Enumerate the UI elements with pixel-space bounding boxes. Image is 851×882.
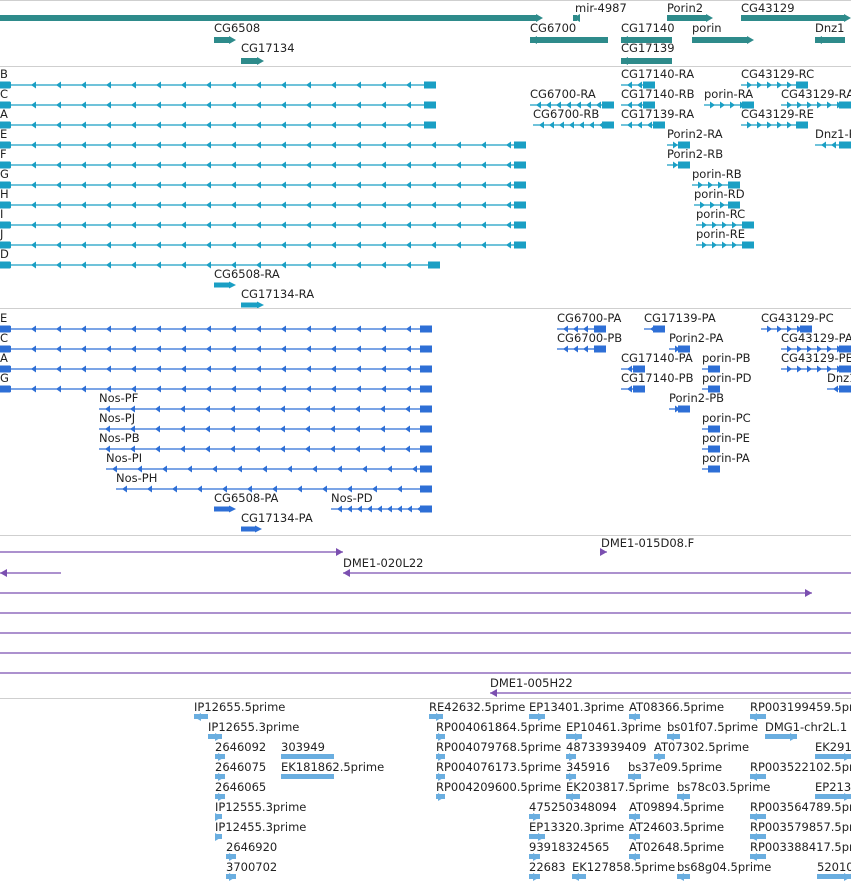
feature-label[interactable]: bs78c03.5prime xyxy=(677,781,770,793)
feature-label[interactable]: EK181862.5prime xyxy=(281,761,384,773)
feature-label[interactable]: 2646092 xyxy=(215,741,266,753)
feature-glyph[interactable] xyxy=(281,774,334,779)
feature-glyph[interactable] xyxy=(215,833,222,841)
feature-label[interactable]: 93918324565 xyxy=(529,841,609,853)
feature-label[interactable]: IP12655.3prime xyxy=(208,721,299,733)
feature-glyph[interactable] xyxy=(226,873,236,881)
genome-browser: mir-4987 Porin2 CG43129 CG6508 CG6700 CG17140… xyxy=(0,0,851,882)
feature-label[interactable]: 2646920 xyxy=(226,841,277,853)
feature-label[interactable]: RP003579857.5prime xyxy=(750,821,851,833)
feature-label[interactable]: 52010 xyxy=(817,861,851,873)
feature-label[interactable]: RP004061864.5prime xyxy=(436,721,561,733)
feature-label[interactable]: RP003199459.5prime xyxy=(750,701,851,713)
feature-glyph[interactable] xyxy=(436,793,445,801)
feature-glyph[interactable] xyxy=(281,754,334,759)
feature-label[interactable]: DMG1-chr2L.1 xyxy=(765,721,847,733)
feature-label[interactable]: RP003388417.5prime xyxy=(750,841,851,853)
feature-label[interactable]: AT09894.5prime xyxy=(629,801,724,813)
feature-label[interactable]: IP12655.5prime xyxy=(194,701,285,713)
feature-label[interactable]: bs68g04.5prime xyxy=(677,861,771,873)
feature-label[interactable]: 22683 xyxy=(529,861,566,873)
feature-label[interactable]: AT02648.5prime xyxy=(629,841,724,853)
feature-label[interactable]: EP13401.3prime xyxy=(529,701,624,713)
feature-glyph[interactable] xyxy=(572,873,586,881)
feature-label[interactable]: 345916 xyxy=(566,761,610,773)
feature-label[interactable]: EP13320.3prime xyxy=(529,821,624,833)
feature-label[interactable]: bs01f07.5prime xyxy=(667,721,758,733)
feature-label[interactable]: EP10461.3prime xyxy=(566,721,661,733)
feature-label[interactable]: RP004076173.5prime xyxy=(436,761,561,773)
feature-glyph[interactable] xyxy=(765,733,797,741)
feature-label[interactable]: AT24603.5prime xyxy=(629,821,724,833)
feature-label[interactable]: RP004079768.5prime xyxy=(436,741,561,753)
feature-label[interactable]: IP12555.3prime xyxy=(215,801,306,813)
feature-label[interactable]: EK291 xyxy=(815,741,851,753)
feature-label[interactable]: RE42632.5prime xyxy=(429,701,525,713)
feature-label[interactable]: RP003564789.5prime xyxy=(750,801,851,813)
feature-label[interactable]: 2646065 xyxy=(215,781,266,793)
feature-label[interactable]: AT07302.5prime xyxy=(654,741,749,753)
feature-glyph[interactable] xyxy=(677,873,690,881)
feature-label[interactable]: AT08366.5prime xyxy=(629,701,724,713)
feature-label[interactable]: IP12455.3prime xyxy=(215,821,306,833)
feature-label[interactable]: EK203817.5prime xyxy=(566,781,669,793)
feature-label[interactable]: 48733939409 xyxy=(566,741,646,753)
feature-label[interactable]: RP004209600.5prime xyxy=(436,781,561,793)
feature-glyph[interactable] xyxy=(194,713,208,721)
feature-label[interactable]: 3700702 xyxy=(226,861,277,873)
feature-glyph[interactable] xyxy=(817,873,851,881)
feature-label[interactable]: 2646075 xyxy=(215,761,266,773)
feature-glyph[interactable] xyxy=(529,873,540,881)
feature-label[interactable]: 475250348094 xyxy=(529,801,617,813)
feature-label[interactable]: bs37e09.5prime xyxy=(628,761,722,773)
feature-label[interactable]: EP213 xyxy=(815,781,851,793)
feature-label[interactable]: RP003522102.5prime xyxy=(750,761,851,773)
feature-label[interactable]: 303949 xyxy=(281,741,325,753)
feature-label[interactable]: EK127858.5prime xyxy=(572,861,675,873)
